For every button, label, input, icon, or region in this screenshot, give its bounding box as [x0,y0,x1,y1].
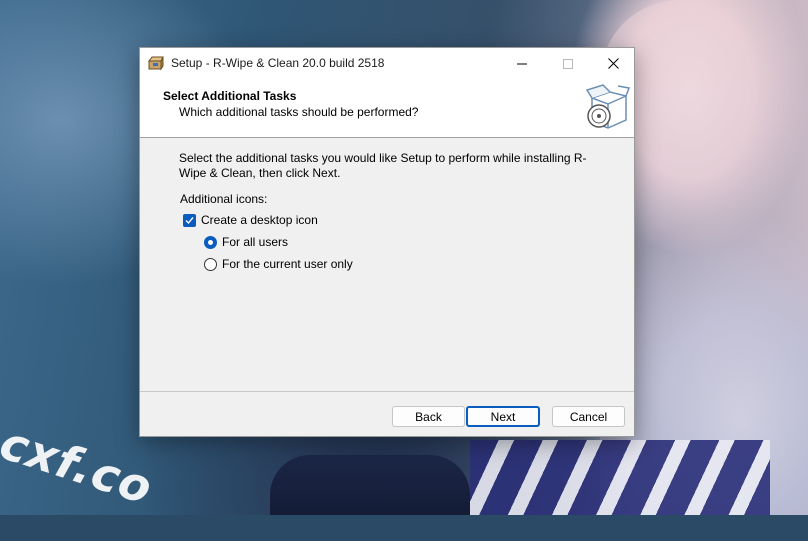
wallpaper-striped-fabric [470,440,770,515]
close-icon [607,58,619,69]
next-button[interactable]: Next [466,406,540,427]
back-button[interactable]: Back [392,406,465,427]
wallpaper-dark-area [270,455,470,515]
desktop-icon-label: Create a desktop icon [201,213,318,227]
title-bar[interactable]: Setup - R-Wipe & Clean 20.0 build 2518 [140,48,634,79]
task-description: Select the additional tasks you would li… [179,151,587,180]
close-button[interactable] [590,48,636,79]
checkmark-icon [185,216,194,224]
radio-current-user-row[interactable]: For the current user only [204,257,353,271]
cancel-button[interactable]: Cancel [552,406,625,427]
radio-all-users[interactable] [204,235,217,249]
minimize-icon [517,63,527,64]
wizard-content: Select the additional tasks you would li… [140,138,634,391]
minimize-button[interactable] [499,48,545,79]
radio-current-user-label: For the current user only [222,257,353,271]
window-title: Setup - R-Wipe & Clean 20.0 build 2518 [171,56,385,70]
setup-dialog: Setup - R-Wipe & Clean 20.0 build 2518 S… [139,47,635,437]
setup-app-icon [148,55,164,71]
radio-current-user[interactable] [204,257,217,271]
wizard-header: Select Additional Tasks Which additional… [140,79,634,138]
desktop-icon-checkbox[interactable] [183,213,196,227]
installer-box-icon [584,84,631,132]
radio-all-users-label: For all users [222,235,289,249]
maximize-icon [563,58,573,69]
maximize-button [545,48,591,79]
additional-icons-label: Additional icons: [180,192,268,206]
page-subtitle: Which additional tasks should be perform… [179,105,419,119]
page-title: Select Additional Tasks [163,89,297,103]
desktop-icon-checkbox-row[interactable]: Create a desktop icon [183,213,318,227]
footer-divider [140,391,634,392]
radio-all-users-row[interactable]: For all users [204,235,288,249]
